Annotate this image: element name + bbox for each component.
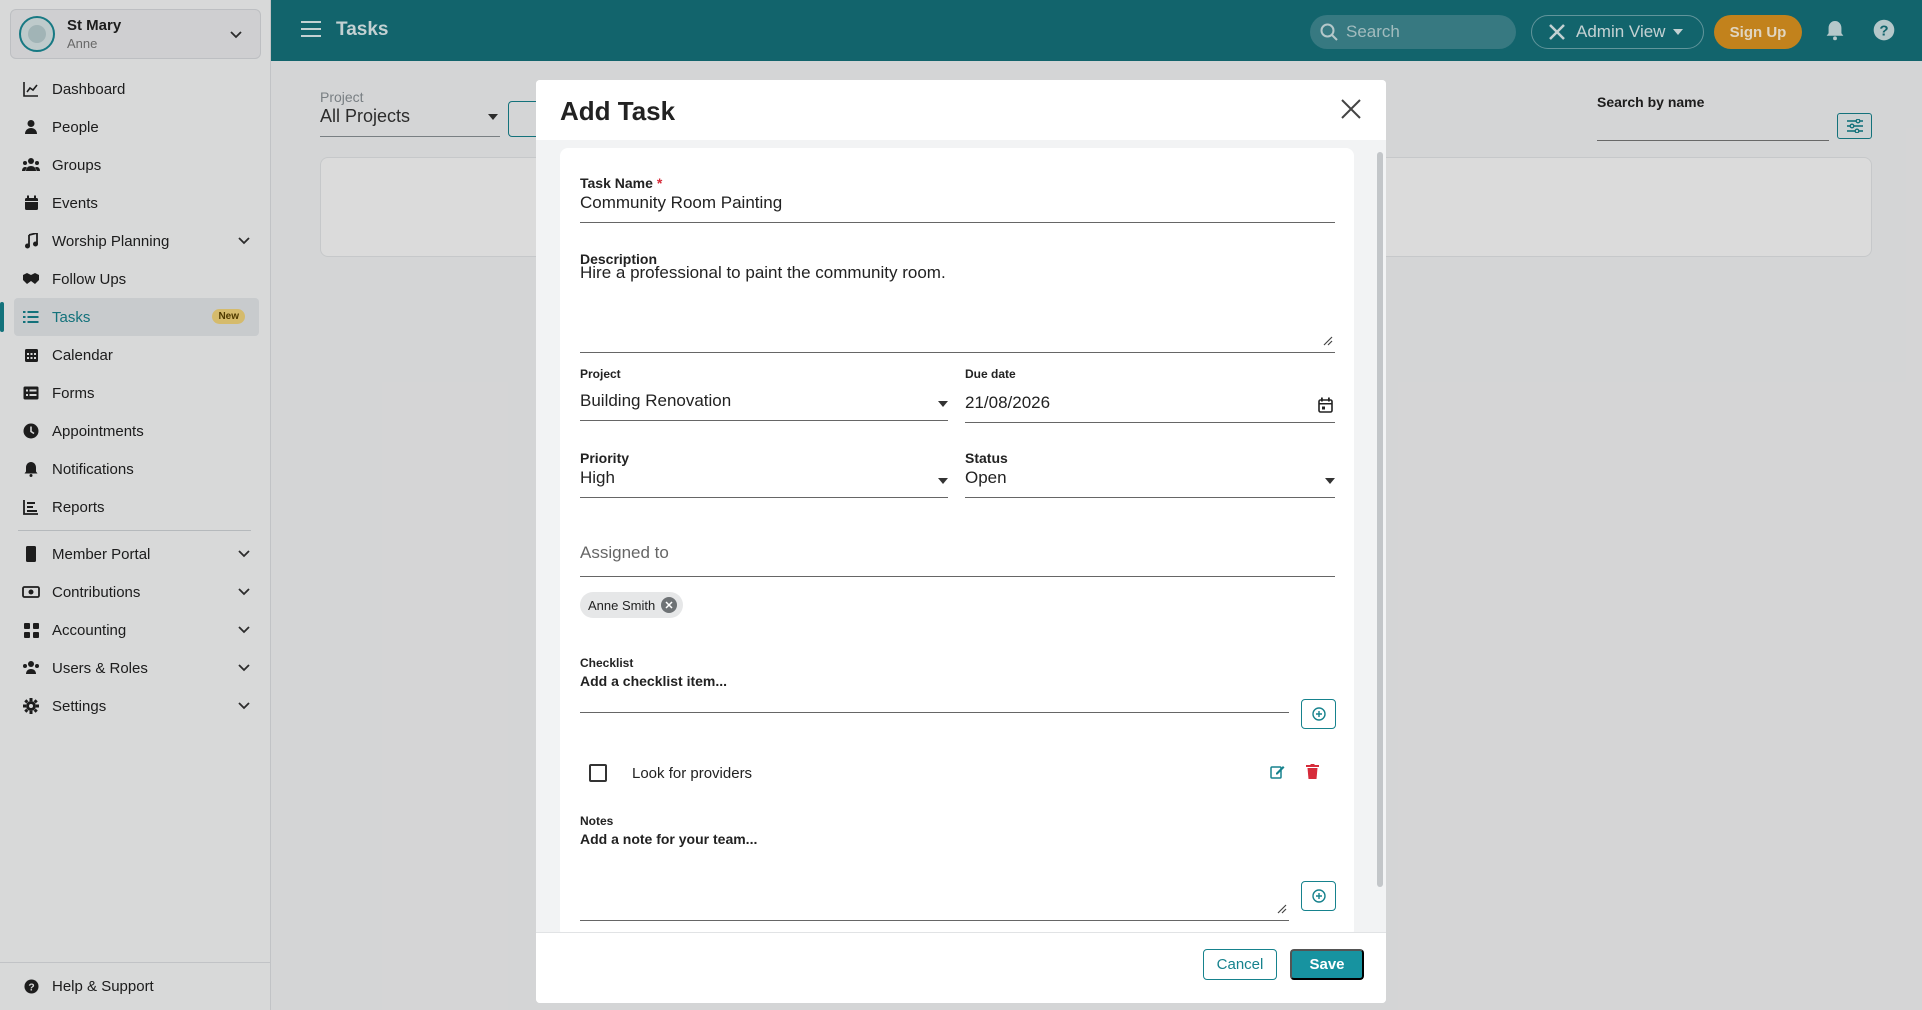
caret-down-icon xyxy=(938,478,948,484)
assigned-to-input[interactable]: Assigned to xyxy=(580,543,1335,577)
plus-circle-icon xyxy=(1311,707,1326,721)
remove-chip-icon[interactable] xyxy=(661,597,678,613)
add-checklist-item-button[interactable] xyxy=(1301,699,1336,729)
trash-icon[interactable] xyxy=(1306,764,1319,779)
save-button[interactable]: Save xyxy=(1290,949,1364,980)
status-label: Status xyxy=(965,450,1008,466)
priority-select[interactable]: High xyxy=(580,468,948,498)
calendar-icon[interactable] xyxy=(1318,397,1333,413)
required-mark: * xyxy=(656,175,663,191)
status-select[interactable]: Open xyxy=(965,468,1335,498)
dialog-footer: Cancel Save xyxy=(536,932,1386,1003)
description-value: Hire a professional to paint the communi… xyxy=(580,263,946,282)
description-textarea[interactable]: Hire a professional to paint the communi… xyxy=(580,263,1335,353)
notes-textarea[interactable]: Add a note for your team... xyxy=(580,831,1289,921)
priority-label: Priority xyxy=(580,450,630,466)
checklist-item-label: Look for providers xyxy=(632,764,753,782)
add-task-dialog: Add Task Task Name * Community Room Paint… xyxy=(536,80,1386,1003)
priority-value: High xyxy=(580,468,615,487)
cancel-button[interactable]: Cancel xyxy=(1203,949,1277,980)
project-value: Building Renovation xyxy=(580,391,732,410)
resize-handle-icon[interactable] xyxy=(1323,336,1333,346)
due-date-value: 21/08/2026 xyxy=(965,393,1051,412)
dialog-body: Task Name * Community Room Painting Descr… xyxy=(536,140,1386,938)
task-name-value: Community Room Painting xyxy=(580,193,783,212)
assignee-chip: Anne Smith xyxy=(580,592,684,618)
project-label: Project xyxy=(580,367,621,381)
due-date-input[interactable]: 21/08/2026 xyxy=(965,393,1335,423)
plus-circle-icon xyxy=(1311,889,1326,903)
checklist-label: Checklist xyxy=(580,656,634,670)
notes-label: Notes xyxy=(580,814,614,828)
checklist-item-checkbox[interactable] xyxy=(589,764,607,782)
checklist-input[interactable]: Add a checklist item... xyxy=(580,673,1289,713)
assigned-to-placeholder: Assigned to xyxy=(580,543,669,562)
caret-down-icon xyxy=(938,401,948,407)
task-name-label: Task Name * xyxy=(580,175,662,191)
task-form: Task Name * Community Room Painting Descr… xyxy=(560,148,1354,938)
task-name-input[interactable]: Community Room Painting xyxy=(580,193,1335,223)
notes-placeholder: Add a note for your team... xyxy=(580,831,758,847)
edit-icon[interactable] xyxy=(1270,764,1285,779)
dialog-title: Add Task xyxy=(560,96,676,126)
checklist-item: Look for providers xyxy=(580,758,1335,788)
status-value: Open xyxy=(965,468,1007,487)
dialog-header: Add Task xyxy=(536,80,1386,140)
close-icon[interactable] xyxy=(1340,98,1362,120)
assignee-chip-label: Anne Smith xyxy=(588,597,656,613)
add-note-button[interactable] xyxy=(1301,881,1336,911)
project-select[interactable]: Building Renovation xyxy=(580,391,948,421)
checklist-placeholder: Add a checklist item... xyxy=(580,673,728,689)
resize-handle-icon[interactable] xyxy=(1277,904,1287,914)
caret-down-icon xyxy=(1325,478,1335,484)
task-name-label-text: Task Name xyxy=(580,175,653,191)
due-date-label: Due date xyxy=(965,367,1016,381)
dialog-scrollbar[interactable] xyxy=(1377,152,1383,887)
